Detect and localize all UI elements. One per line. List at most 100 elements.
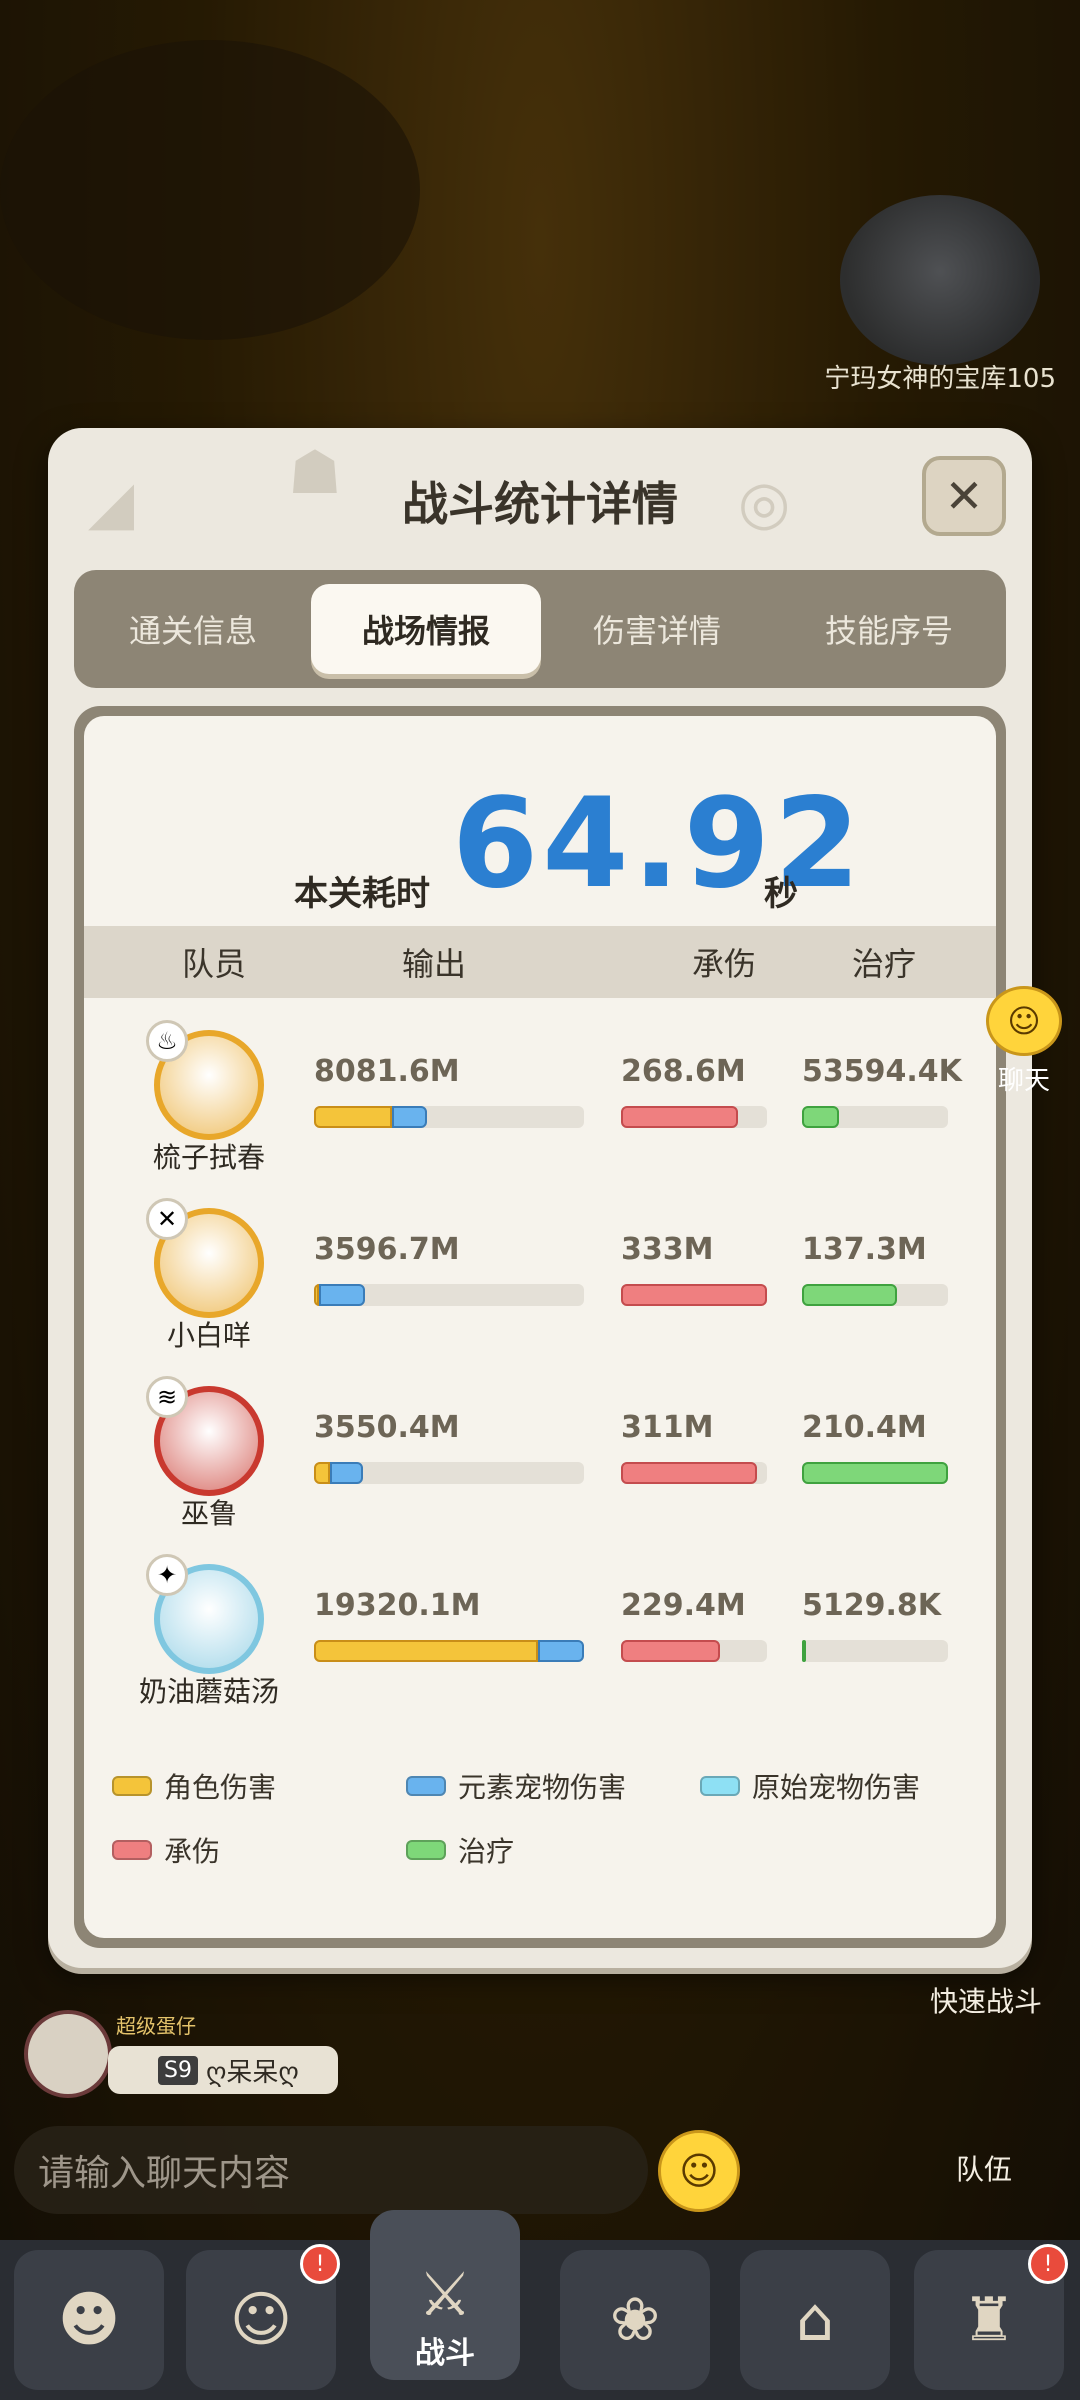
legend-label: 承伤	[164, 1835, 221, 1868]
tab-bar: 通关信息 战场情报 伤害详情 技能序号	[74, 570, 1006, 688]
nav-guild[interactable]: ♜!	[914, 2244, 1068, 2390]
taken-bar	[621, 1462, 767, 1484]
light-element-icon: ✦	[146, 1554, 188, 1596]
quick-battle-label[interactable]: 快速战斗	[930, 1980, 1042, 2020]
tab-skill-order[interactable]: 技能序号	[774, 584, 1004, 674]
healing-bar	[802, 1284, 948, 1306]
member-row: ✦ 奶油蘑菇汤 19320.1M 229.4M 5129.8K	[84, 1550, 996, 1728]
healing-value: 53594.4K	[802, 1054, 962, 1089]
smiley-chat-icon: ☺	[986, 986, 1062, 1056]
dark-element-icon: ✕	[146, 1198, 188, 1240]
output-bar-element-pet	[319, 1284, 366, 1306]
stats-panel-inner: 本关耗时 64.92 秒 队员 输出 承伤 治疗 ♨ 梳子拭春 8081.6M 268…	[84, 716, 996, 1938]
shop-icon: ⌂	[795, 2285, 835, 2355]
output-bar-element-pet	[538, 1640, 584, 1662]
legend-item: 角色伤害	[112, 1766, 276, 1806]
member-name: 巫鲁	[180, 1497, 237, 1530]
member-row: ≋ 巫鲁 3550.4M 311M 210.4M	[84, 1372, 996, 1550]
output-bar-character	[314, 1462, 331, 1484]
smiley-icon: ☺	[679, 2149, 719, 2193]
output-bar	[314, 1640, 584, 1662]
legend-item: 原始宠物伤害	[700, 1766, 920, 1806]
minimap[interactable]	[840, 195, 1040, 365]
legend-swatch	[700, 1776, 740, 1796]
legend-swatch	[112, 1840, 152, 1860]
taken-bar	[621, 1640, 767, 1662]
legend-label: 元素宠物伤害	[458, 1771, 627, 1804]
notification-icon: !	[300, 2244, 340, 2284]
member-row: ✕ 小白咩 3596.7M 333M 137.3M	[84, 1194, 996, 1372]
tab-clear-info[interactable]: 通关信息	[78, 584, 308, 674]
output-bar-element-pet	[392, 1106, 428, 1128]
player-tag: 超级蛋仔	[116, 2014, 196, 2038]
background-silhouette	[0, 40, 420, 340]
header-taken: 承伤	[691, 945, 756, 983]
close-icon: ✕	[944, 469, 984, 523]
output-bar-character	[314, 1640, 539, 1662]
time-value: 64.92	[452, 772, 865, 916]
map-title: 宁玛女神的宝库105	[824, 364, 1056, 394]
member-name: 小白咩	[166, 1319, 251, 1352]
healing-bar-fill	[802, 1106, 839, 1128]
taken-bar-fill	[621, 1106, 738, 1128]
nav-battle[interactable]: ⚔ 战斗	[370, 2210, 520, 2380]
water-element-icon: ≋	[146, 1376, 188, 1418]
healing-bar-fill	[802, 1462, 948, 1484]
output-bar-element-pet	[330, 1462, 363, 1484]
legend-item: 治疗	[406, 1830, 514, 1870]
tab-battle-intel[interactable]: 战场情报	[311, 584, 541, 674]
player-chip[interactable]: 超级蛋仔 S9 ღ呆呆ღ	[24, 2010, 338, 2100]
healing-value: 210.4M	[802, 1410, 927, 1445]
output-value: 19320.1M	[314, 1588, 481, 1623]
header-healing: 治疗	[851, 945, 916, 983]
output-value: 3596.7M	[314, 1232, 460, 1267]
legend-label: 角色伤害	[164, 1771, 277, 1804]
time-unit: 秒	[764, 874, 798, 914]
close-button[interactable]: ✕	[922, 456, 1006, 536]
chat-label: 聊天	[997, 1066, 1050, 1096]
header-member: 队员	[181, 945, 246, 983]
legend-label: 治疗	[458, 1835, 515, 1868]
sword-icon: ⚔	[418, 2260, 472, 2330]
output-bar	[314, 1462, 584, 1484]
nav-battle-label: 战斗	[415, 2336, 475, 2371]
nav-character-1[interactable]: ☻	[14, 2250, 164, 2390]
chat-input[interactable]: 请输入聊天内容	[14, 2126, 648, 2214]
team-label[interactable]: 队伍	[956, 2148, 1012, 2188]
taken-value: 333M	[621, 1232, 714, 1267]
player-name: ღ呆呆ღ	[205, 2057, 299, 2088]
taken-bar	[621, 1106, 767, 1128]
pet-icon: ❀	[609, 2285, 661, 2355]
tab-damage-details[interactable]: 伤害详情	[542, 584, 772, 674]
healing-value: 5129.8K	[802, 1588, 942, 1623]
legend-swatch	[112, 1776, 152, 1796]
taken-value: 229.4M	[621, 1588, 746, 1623]
legend: 角色伤害 元素宠物伤害 原始宠物伤害 承伤 治疗	[84, 1766, 996, 1876]
player-name-box: S9 ღ呆呆ღ	[108, 2046, 338, 2094]
nav-character-2[interactable]: ☺!	[186, 2244, 340, 2390]
healing-bar-fill	[802, 1284, 897, 1306]
output-value: 8081.6M	[314, 1054, 460, 1089]
battle-stats-modal: ◢ ☗ ◎ 战斗统计详情 ✕ 通关信息 战场情报 伤害详情 技能序号 本关耗时 …	[48, 428, 1032, 1968]
table-header: 队员 输出 承伤 治疗	[84, 926, 996, 998]
stats-panel: 本关耗时 64.92 秒 队员 输出 承伤 治疗 ♨ 梳子拭春 8081.6M 268…	[74, 706, 1006, 1948]
bottom-nav: ☻ ☺! ⚔ 战斗 ❀ ⌂ ♜!	[0, 2210, 1080, 2400]
output-bar	[314, 1284, 584, 1306]
guild-icon: ♜	[962, 2285, 1016, 2355]
chat-float-button[interactable]: ☺ 聊天	[976, 986, 1072, 1097]
season-badge: S9	[158, 2055, 198, 2085]
healing-bar-fill	[802, 1640, 807, 1662]
taken-bar-fill	[621, 1462, 757, 1484]
nav-shop[interactable]: ⌂	[740, 2250, 890, 2390]
character-icon: ☻	[57, 2285, 121, 2355]
taken-bar-fill	[621, 1640, 721, 1662]
nav-pet[interactable]: ❀	[560, 2250, 710, 2390]
output-bar	[314, 1106, 584, 1128]
healing-bar	[802, 1462, 948, 1484]
character-icon: ☺	[229, 2285, 293, 2355]
emoji-button[interactable]: ☺	[658, 2130, 740, 2212]
header-output: 输出	[401, 945, 466, 983]
fire-element-icon: ♨	[146, 1020, 188, 1062]
healing-value: 137.3M	[802, 1232, 927, 1267]
legend-item: 元素宠物伤害	[406, 1766, 626, 1806]
